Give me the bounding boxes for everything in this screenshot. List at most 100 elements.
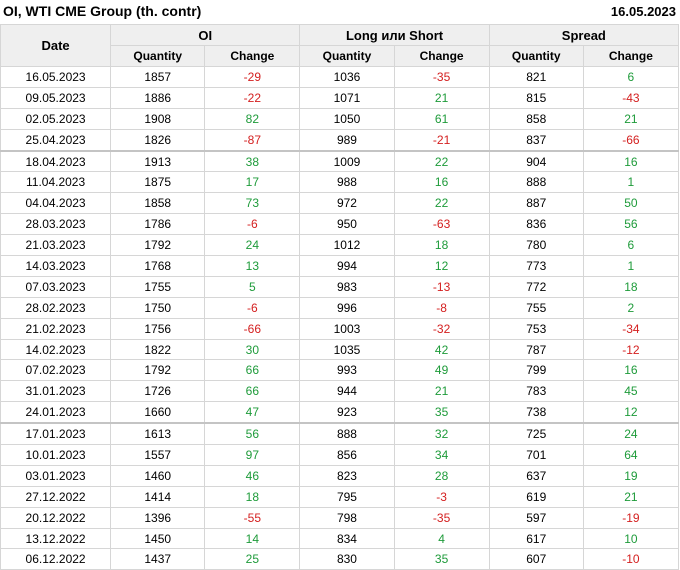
oi-change-cell: 13	[204, 255, 301, 277]
spread-quantity-header: Quantity	[488, 45, 584, 67]
long-short-quantity-cell: 834	[299, 527, 395, 550]
long-short-quantity-cell: 996	[299, 296, 395, 319]
long-short-quantity-cell: 950	[299, 213, 395, 236]
spread-change-cell: 21	[582, 107, 680, 130]
table-row: 28.03.2023 1786 -6 950 -63 836 56	[0, 213, 680, 236]
date-cell: 03.01.2023	[0, 464, 112, 487]
long-short-quantity-cell: 989	[299, 128, 395, 152]
spread-change-cell: -12	[582, 338, 680, 361]
spread-quantity-cell: 836	[488, 213, 584, 236]
oi-change-cell: 24	[204, 234, 301, 257]
spread-quantity-cell: 821	[488, 66, 584, 88]
spread-quantity-cell: 780	[488, 234, 584, 257]
long-short-quantity-cell: 1012	[299, 234, 395, 257]
long-short-quantity-cell: 795	[299, 485, 395, 508]
long-short-quantity-cell: 994	[299, 255, 395, 277]
long-short-change-cell: -21	[393, 128, 490, 152]
spread-quantity-cell: 753	[488, 317, 584, 340]
date-cell: 24.01.2023	[0, 401, 112, 424]
table-row: 21.03.2023 1792 24 1012 18 780 6	[0, 234, 680, 257]
table-row: 14.03.2023 1768 13 994 12 773 1	[0, 255, 680, 277]
oi-quantity-cell: 1792	[110, 234, 206, 257]
oi-change-cell: 18	[204, 485, 301, 508]
oi-change-cell: 14	[204, 527, 301, 550]
oi-change-cell: -55	[204, 506, 301, 529]
date-cell: 14.02.2023	[0, 338, 112, 361]
date-cell: 18.04.2023	[0, 149, 112, 173]
date-cell: 21.03.2023	[0, 234, 112, 257]
table-row: 27.12.2022 1414 18 795 -3 619 21	[0, 485, 680, 508]
spread-change-cell: 19	[582, 464, 680, 487]
long-short-quantity-cell: 856	[299, 444, 395, 466]
date-cell: 14.03.2023	[0, 255, 112, 277]
long-short-quantity-cell: 923	[299, 401, 395, 424]
table-row: 21.02.2023 1756 -66 1003 -32 753 -34	[0, 317, 680, 340]
long-short-change-cell: -32	[393, 317, 490, 340]
oi-change-cell: 66	[204, 359, 301, 382]
spread-change-cell: 21	[582, 485, 680, 508]
table-row: 25.04.2023 1826 -87 989 -21 837 -66	[0, 128, 680, 152]
oi-quantity-cell: 1414	[110, 485, 206, 508]
date-cell: 02.05.2023	[0, 107, 112, 130]
long-short-quantity-cell: 983	[299, 275, 395, 298]
oi-quantity-header: Quantity	[110, 45, 206, 67]
spread-change-header: Change	[582, 45, 680, 67]
oi-quantity-cell: 1875	[110, 171, 206, 194]
date-cell: 20.12.2022	[0, 506, 112, 529]
spread-quantity-cell: 837	[488, 128, 584, 152]
date-cell: 10.01.2023	[0, 444, 112, 466]
spread-change-cell: 24	[582, 422, 680, 446]
spread-quantity-cell: 617	[488, 527, 584, 550]
long-short-change-cell: -35	[393, 66, 490, 88]
date-cell: 28.03.2023	[0, 213, 112, 236]
long-short-change-cell: 61	[393, 107, 490, 130]
oi-quantity-cell: 1396	[110, 506, 206, 529]
oi-change-cell: -6	[204, 296, 301, 319]
long-short-quantity-cell: 1036	[299, 66, 395, 88]
spread-quantity-cell: 725	[488, 422, 584, 446]
date-cell: 11.04.2023	[0, 171, 112, 194]
long-short-quantity-cell: 1003	[299, 317, 395, 340]
long-short-change-cell: 12	[393, 255, 490, 277]
spread-quantity-cell: 738	[488, 401, 584, 424]
date-cell: 13.12.2022	[0, 527, 112, 550]
long-short-quantity-cell: 993	[299, 359, 395, 382]
oi-change-cell: 46	[204, 464, 301, 487]
spread-quantity-cell: 701	[488, 444, 584, 466]
table-row: 04.04.2023 1858 73 972 22 887 50	[0, 192, 680, 215]
oi-change-cell: -29	[204, 66, 301, 88]
spread-group-header: Spread	[488, 24, 680, 46]
oi-change-cell: 30	[204, 338, 301, 361]
spread-change-cell: 2	[582, 296, 680, 319]
table-row: 18.04.2023 1913 38 1009 22 904 16	[0, 149, 680, 173]
oi-change-header: Change	[204, 45, 301, 67]
oi-quantity-cell: 1913	[110, 149, 206, 173]
spread-quantity-cell: 887	[488, 192, 584, 215]
oi-change-cell: -6	[204, 213, 301, 236]
oi-quantity-cell: 1726	[110, 380, 206, 403]
oi-change-cell: 66	[204, 380, 301, 403]
date-cell: 09.05.2023	[0, 86, 112, 109]
spread-change-cell: 1	[582, 171, 680, 194]
spread-change-cell: 18	[582, 275, 680, 298]
table-row: 28.02.2023 1750 -6 996 -8 755 2	[0, 296, 680, 319]
spread-quantity-cell: 799	[488, 359, 584, 382]
long-short-change-cell: 21	[393, 86, 490, 109]
oi-quantity-cell: 1450	[110, 527, 206, 550]
table-row: 31.01.2023 1726 66 944 21 783 45	[0, 380, 680, 403]
date-column-header: Date	[0, 24, 112, 67]
long-short-group-header: Long или Short	[299, 24, 490, 46]
report-date: 16.05.2023	[610, 4, 676, 19]
long-short-change-cell: -3	[393, 485, 490, 508]
long-short-change-cell: -35	[393, 506, 490, 529]
oi-change-cell: 38	[204, 149, 301, 173]
report-title: OI, WTI CME Group (th. contr)	[3, 3, 202, 19]
oi-change-cell: 5	[204, 275, 301, 298]
long-short-change-cell: 32	[393, 422, 490, 446]
long-short-change-cell: 16	[393, 171, 490, 194]
long-short-quantity-cell: 988	[299, 171, 395, 194]
table-row: 02.05.2023 1908 82 1050 61 858 21	[0, 107, 680, 130]
spread-change-cell: 16	[582, 359, 680, 382]
oi-change-cell: -87	[204, 128, 301, 152]
table-body: 16.05.2023 1857 -29 1036 -35 821 6 09.05.2023 18…	[0, 66, 680, 570]
